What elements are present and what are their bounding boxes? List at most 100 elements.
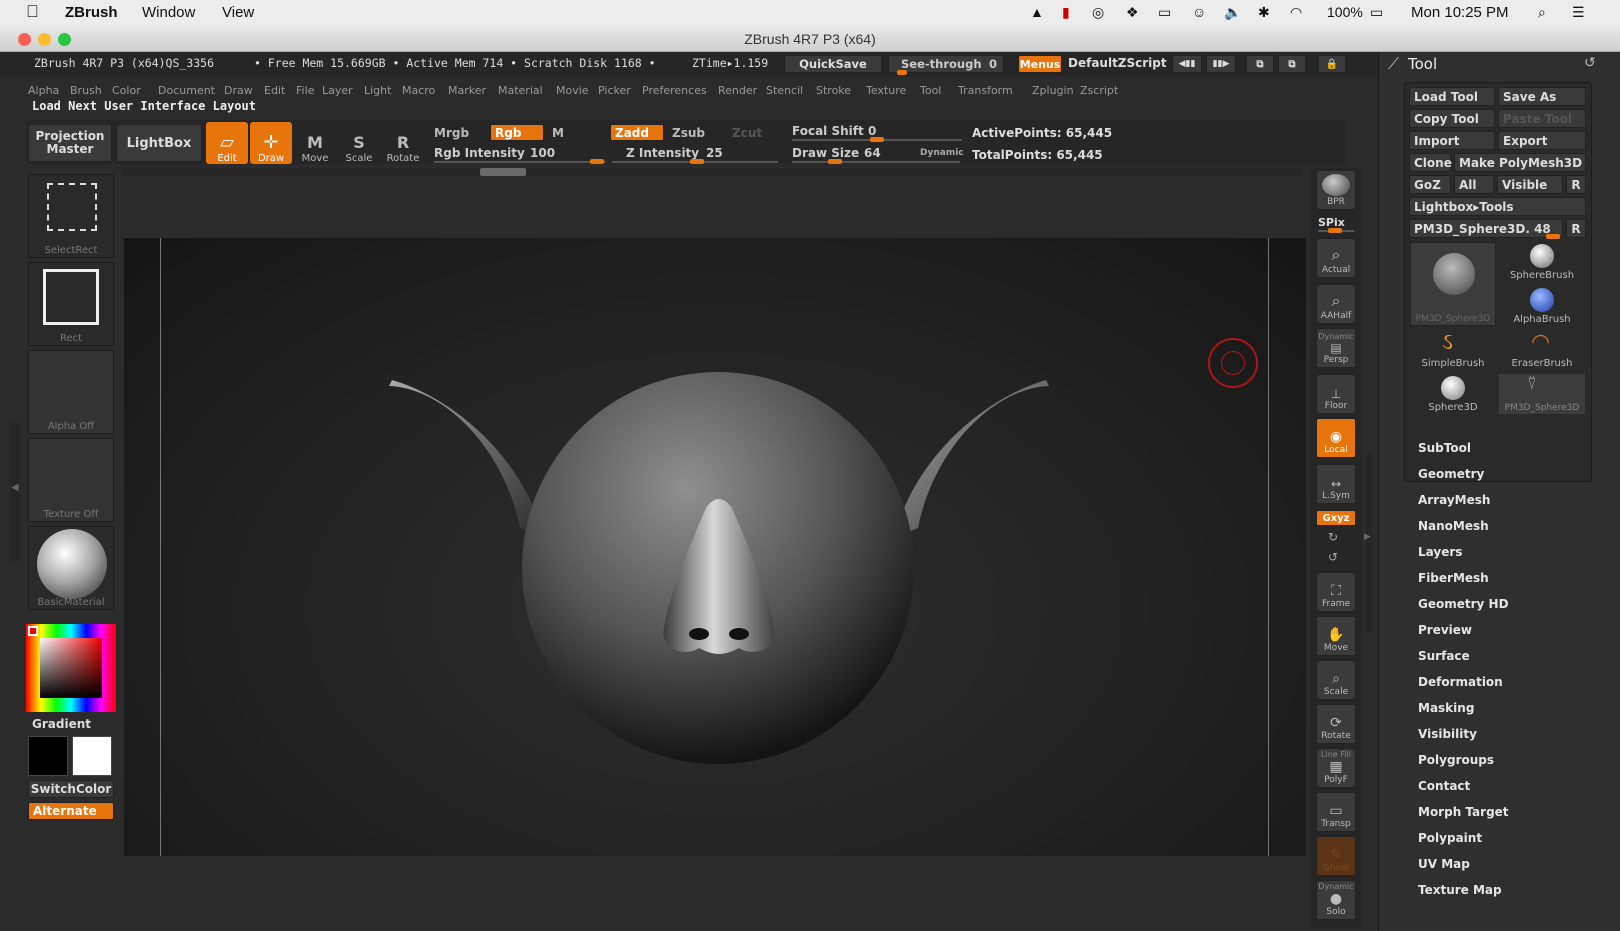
make-polymesh-button[interactable]: Make PolyMesh3D	[1454, 153, 1586, 172]
notification-center-icon[interactable]: ☰	[1572, 4, 1585, 21]
right-tray-handle[interactable]: ▶	[1364, 452, 1372, 632]
draw-size-slider[interactable]	[792, 159, 960, 164]
import-button[interactable]: Import	[1409, 131, 1495, 150]
select-rect-tile[interactable]: SelectRect	[28, 174, 114, 258]
menu-zscript[interactable]: Zscript	[1080, 84, 1118, 97]
frame-button[interactable]: ⛶ Frame	[1316, 572, 1356, 612]
zcut-toggle[interactable]: Zcut	[732, 126, 762, 140]
tool-thumb-eraserbrush[interactable]: ◠ EraserBrush	[1499, 330, 1585, 370]
rotate-z-icon[interactable]: ↺	[1328, 550, 1338, 564]
switch-color-button[interactable]: SwitchColor	[28, 780, 114, 798]
bluetooth-icon[interactable]: ✱	[1258, 4, 1270, 21]
section-texture-map[interactable]: Texture Map	[1418, 883, 1502, 897]
load-tool-button[interactable]: Load Tool	[1409, 87, 1495, 106]
local-button[interactable]: ◉ Local	[1316, 418, 1356, 458]
window-menu[interactable]: Window	[142, 4, 195, 21]
dynamic-size-toggle[interactable]: Dynamic	[920, 148, 964, 158]
rect-tile[interactable]: Rect	[28, 262, 114, 346]
tray-scroll-track[interactable]	[122, 168, 1302, 176]
menu-marker[interactable]: Marker	[448, 84, 486, 97]
rotate-y-icon[interactable]: ↻	[1328, 530, 1338, 544]
alpha-tile[interactable]: Alpha Off	[28, 350, 114, 434]
menu-preferences[interactable]: Preferences	[642, 84, 707, 97]
tool-palette-title[interactable]: Tool	[1408, 55, 1437, 73]
menu-alpha[interactable]: Alpha	[28, 84, 59, 97]
section-surface[interactable]: Surface	[1418, 649, 1470, 663]
section-morph-target[interactable]: Morph Target	[1418, 805, 1509, 819]
drive-icon[interactable]: ▲	[1030, 4, 1044, 20]
menu-transform[interactable]: Transform	[958, 84, 1013, 97]
color-picker[interactable]	[26, 624, 116, 712]
section-polygroups[interactable]: Polygroups	[1418, 753, 1494, 767]
tool-thumb-pm3d-sphere-active[interactable]: PM3D_Sphere3D	[1410, 242, 1496, 326]
rotate-mode-button[interactable]: R Rotate	[382, 122, 424, 164]
xyz-button[interactable]: Gxyz	[1316, 510, 1356, 526]
floor-button[interactable]: ⊥ Floor	[1316, 374, 1356, 414]
lock-icon[interactable]: 🔒	[1318, 55, 1346, 73]
horned-sphere-model[interactable]	[124, 238, 1306, 856]
edit-mode-button[interactable]: ▱ Edit	[206, 122, 248, 164]
section-uv-map[interactable]: UV Map	[1418, 857, 1470, 871]
menus-button[interactable]: Menus	[1018, 55, 1062, 73]
export-button[interactable]: Export	[1498, 131, 1586, 150]
default-zscript[interactable]: DefaultZScript	[1068, 56, 1167, 70]
ghost-button[interactable]: ✎ Ghost	[1316, 836, 1356, 876]
view-menu[interactable]: View	[222, 4, 254, 21]
dropbox-icon[interactable]: ❖	[1126, 4, 1139, 21]
all-button[interactable]: All	[1454, 175, 1494, 194]
lsym-button[interactable]: ↔ L.Sym	[1316, 464, 1356, 504]
palette-drag-icon[interactable]: ⟋	[1388, 54, 1399, 74]
app-menu[interactable]: ZBrush	[65, 4, 118, 21]
palette-reset-icon[interactable]: ↺	[1584, 55, 1596, 71]
tool-thumb-spherebrush[interactable]: SphereBrush	[1499, 242, 1585, 282]
tool-r-button[interactable]: R	[1566, 219, 1586, 238]
left-tray-handle[interactable]: ◀	[10, 422, 20, 562]
actual-button[interactable]: ⌕ Actual	[1316, 238, 1356, 278]
z-intensity-slider[interactable]	[612, 159, 778, 164]
current-tool-slider[interactable]: PM3D_Sphere3D. 48	[1409, 219, 1563, 239]
wifi-icon[interactable]: ◠	[1290, 4, 1302, 21]
menu-macro[interactable]: Macro	[402, 84, 435, 97]
section-visibility[interactable]: Visibility	[1418, 727, 1477, 741]
menu-texture[interactable]: Texture	[866, 84, 906, 97]
move-mode-button[interactable]: M Move	[294, 122, 336, 164]
main-color-swatch[interactable]	[72, 736, 112, 776]
alternate-button[interactable]: Alternate	[28, 802, 114, 820]
spotlight-icon[interactable]: ⌕	[1538, 4, 1546, 21]
move-view-button[interactable]: ✋ Move	[1316, 616, 1356, 656]
rotate-view-button[interactable]: ⟳ Rotate	[1316, 704, 1356, 744]
mrgb-toggle[interactable]: Mrgb	[434, 126, 469, 140]
zsub-toggle[interactable]: Zsub	[672, 126, 705, 140]
menu-layer[interactable]: Layer	[322, 84, 353, 97]
scale-mode-button[interactable]: S Scale	[338, 122, 380, 164]
scale-view-button[interactable]: ⌕ Scale	[1316, 660, 1356, 700]
menu-tool[interactable]: Tool	[920, 84, 941, 97]
tray-scroll-thumb[interactable]	[480, 168, 526, 176]
goz-r-button[interactable]: R	[1566, 175, 1586, 194]
rgb-toggle[interactable]: Rgb	[490, 124, 544, 141]
polyf-button[interactable]: Line Fill ▦ PolyF	[1316, 748, 1356, 788]
menu-brush[interactable]: Brush	[70, 84, 102, 97]
shrink-icon[interactable]: ◀▮▮	[1172, 55, 1202, 73]
bpr-button[interactable]: BPR	[1316, 170, 1356, 210]
solo-button[interactable]: Dynamic ● Solo	[1316, 880, 1356, 920]
section-arraymesh[interactable]: ArrayMesh	[1418, 493, 1490, 507]
clock[interactable]: Mon 10:25 PM	[1411, 4, 1509, 21]
section-deformation[interactable]: Deformation	[1418, 675, 1503, 689]
menu-movie[interactable]: Movie	[556, 84, 589, 97]
layout-b-icon[interactable]: ⧉	[1278, 55, 1306, 73]
section-fibermesh[interactable]: FiberMesh	[1418, 571, 1489, 585]
focal-shift-slider[interactable]	[792, 137, 962, 142]
accessibility-icon[interactable]: ☺	[1192, 4, 1206, 20]
apple-icon[interactable]: 	[26, 2, 39, 22]
zadd-toggle[interactable]: Zadd	[610, 124, 664, 141]
creative-cloud-icon[interactable]: ◎	[1092, 4, 1104, 21]
expand-icon[interactable]: ▮▮▶	[1206, 55, 1236, 73]
secondary-color-swatch[interactable]	[28, 736, 68, 776]
tool-thumb-alphabrush[interactable]: AlphaBrush	[1499, 286, 1585, 326]
menu-light[interactable]: Light	[364, 84, 391, 97]
section-geometry[interactable]: Geometry	[1418, 467, 1484, 481]
airplay-icon[interactable]: ▭	[1158, 4, 1171, 21]
lightbox-button[interactable]: LightBox	[116, 124, 202, 162]
section-preview[interactable]: Preview	[1418, 623, 1472, 637]
